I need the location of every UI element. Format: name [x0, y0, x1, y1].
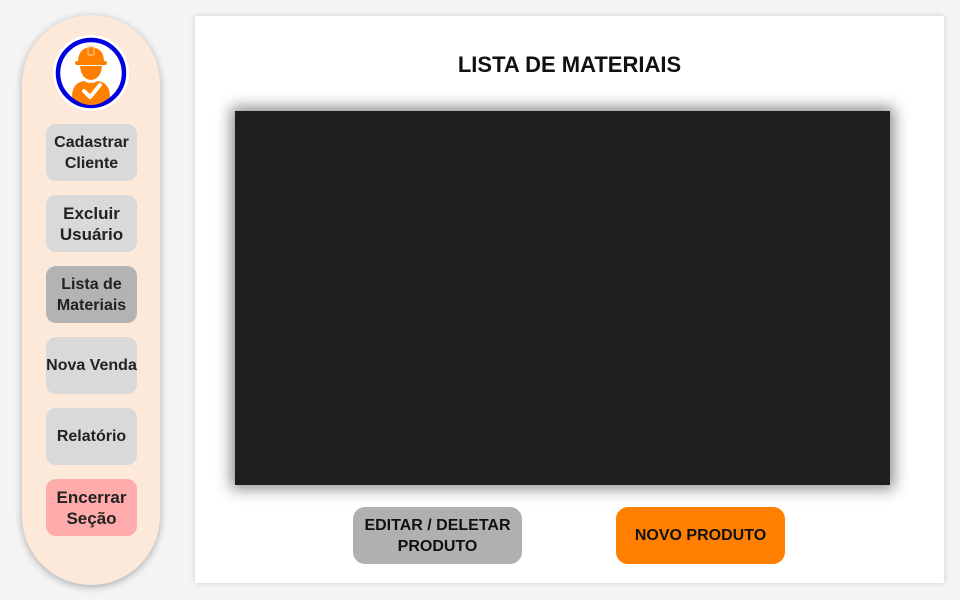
new-product-button[interactable]: NOVO PRODUTO	[616, 507, 785, 564]
nav-relatorio[interactable]: Relatório	[46, 408, 137, 465]
materials-table[interactable]	[235, 111, 890, 485]
nav-encerrar-secao[interactable]: Encerrar Seção	[46, 479, 137, 536]
nav-lista-de-materiais[interactable]: Lista de Materiais	[46, 266, 137, 323]
page-title: LISTA DE MATERIAIS	[457, 52, 682, 77]
sidebar: Cadastrar Cliente Excluir Usuário Lista …	[22, 15, 160, 585]
main-panel: LISTA DE MATERIAIS EDITAR / DELETAR PROD…	[195, 16, 944, 583]
nav-nova-venda[interactable]: Nova Venda	[46, 337, 137, 394]
nav-cadastrar-cliente[interactable]: Cadastrar Cliente	[46, 124, 137, 181]
edit-delete-product-button[interactable]: EDITAR / DELETAR PRODUTO	[353, 507, 522, 564]
worker-avatar-icon	[53, 35, 129, 111]
nav-excluir-usuario[interactable]: Excluir Usuário	[46, 195, 137, 252]
